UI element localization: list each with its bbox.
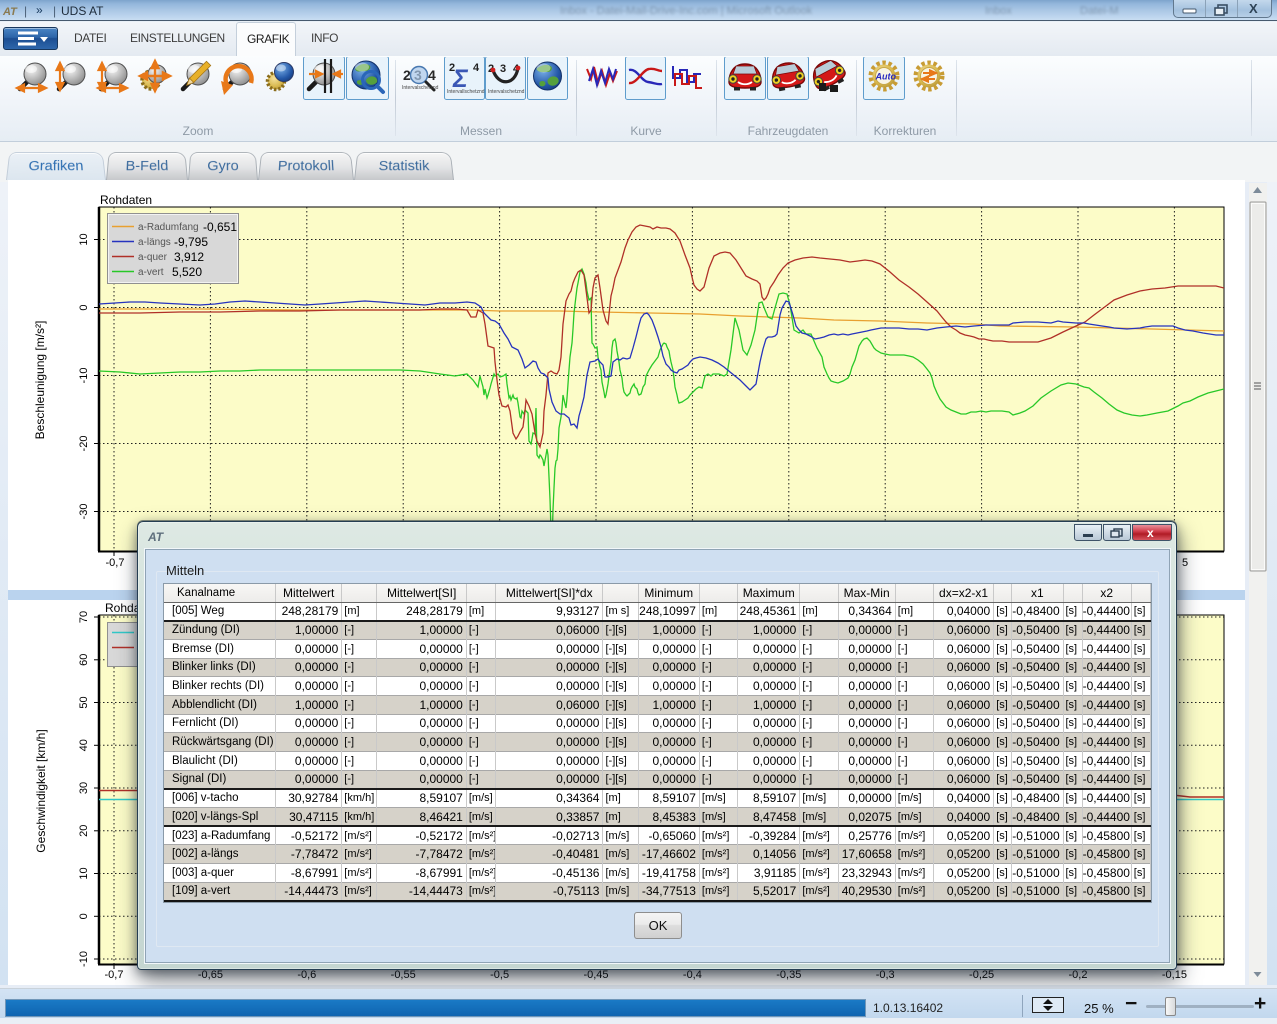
svg-text:-0,15: -0,15 xyxy=(1162,969,1187,981)
svg-text:60: 60 xyxy=(78,654,90,666)
svg-text:-0,4: -0,4 xyxy=(683,969,702,981)
svg-text:-0,65: -0,65 xyxy=(198,969,223,981)
svg-text:-0,6: -0,6 xyxy=(297,969,316,981)
svg-text:Rohdaten: Rohdaten xyxy=(100,193,152,207)
svg-text:-0,651: -0,651 xyxy=(203,220,237,234)
svg-text:-0,2: -0,2 xyxy=(1069,969,1088,981)
svg-text:AT: AT xyxy=(2,6,18,18)
svg-text:Intervalschetznd: Intervalschetznd xyxy=(488,89,525,95)
svg-text:Auto: Auto xyxy=(875,72,897,82)
svg-text:4: 4 xyxy=(473,62,480,74)
svg-text:5: 5 xyxy=(1182,557,1188,569)
svg-text:-0,25: -0,25 xyxy=(969,969,994,981)
svg-text:-0,45: -0,45 xyxy=(583,969,608,981)
svg-text:x: x xyxy=(1147,526,1154,540)
svg-text:-0,3: -0,3 xyxy=(876,969,895,981)
svg-text:3,912: 3,912 xyxy=(174,250,204,264)
svg-text:-9,795: -9,795 xyxy=(174,235,208,249)
svg-text:-0,55: -0,55 xyxy=(391,969,416,981)
svg-text:70: 70 xyxy=(78,611,90,623)
svg-text:a-Radumfang: a-Radumfang xyxy=(138,222,199,233)
svg-text:-30: -30 xyxy=(78,504,90,520)
svg-text:-0,7: -0,7 xyxy=(106,557,125,569)
svg-text:Intervallschetznd: Intervallschetznd xyxy=(447,89,485,95)
svg-text:Geschwindigkeit [km/h]: Geschwindigkeit [km/h] xyxy=(34,729,48,852)
svg-text:3: 3 xyxy=(500,63,506,75)
svg-text:10: 10 xyxy=(78,867,90,879)
svg-text:40: 40 xyxy=(78,739,90,751)
svg-text:Beschleunigung [m/s²]: Beschleunigung [m/s²] xyxy=(33,321,47,440)
svg-text:20: 20 xyxy=(78,825,90,837)
svg-text:0: 0 xyxy=(78,304,90,310)
svg-text:a-vert: a-vert xyxy=(138,267,164,278)
svg-text:-20: -20 xyxy=(78,436,90,452)
svg-text:5,520: 5,520 xyxy=(172,265,202,279)
svg-text:-0,7: -0,7 xyxy=(105,969,124,981)
svg-text:X: X xyxy=(1249,1,1258,16)
svg-text:-10: -10 xyxy=(78,951,90,967)
svg-text:-0,35: -0,35 xyxy=(776,969,801,981)
svg-text:30: 30 xyxy=(78,782,90,794)
svg-text:-10: -10 xyxy=(78,368,90,384)
svg-text:0: 0 xyxy=(78,913,90,919)
svg-text:4: 4 xyxy=(428,67,436,83)
svg-text:Intervalschetznd: Intervalschetznd xyxy=(402,85,439,91)
svg-text:a-längs: a-längs xyxy=(138,237,171,248)
svg-text:50: 50 xyxy=(78,696,90,708)
svg-text:10: 10 xyxy=(78,233,90,245)
svg-text:a-quer: a-quer xyxy=(138,252,168,263)
svg-text:-0,5: -0,5 xyxy=(490,969,509,981)
